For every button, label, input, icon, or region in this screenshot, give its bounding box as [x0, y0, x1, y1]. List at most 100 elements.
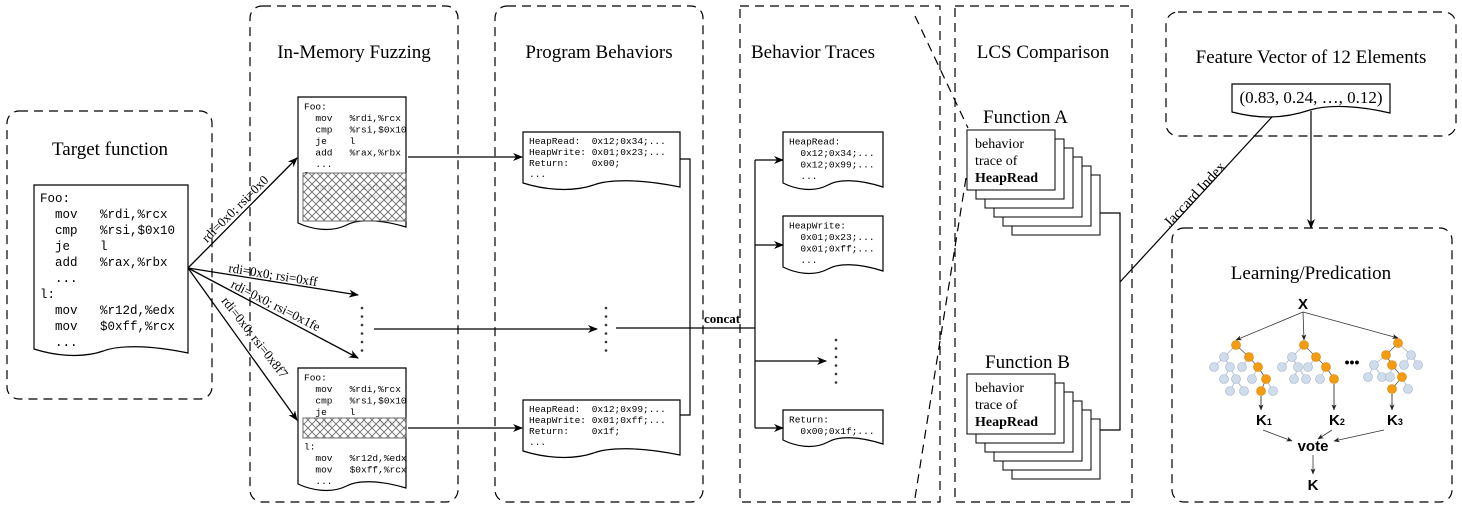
ellipsis-dot	[834, 347, 838, 350]
code-line: HeapRead: 0x12;0x34;...	[529, 136, 666, 147]
trace-return-doc: Return: 0x00;0x1f;...	[782, 409, 884, 448]
ellipsis-dot	[834, 355, 838, 359]
tree-node	[1231, 374, 1241, 384]
code-line: cmp %rsi,$0x10	[304, 396, 407, 407]
tree-node	[1239, 386, 1249, 396]
code-line: je l	[40, 240, 108, 254]
zoom-line-top	[914, 15, 969, 129]
code-line: HeapWrite:	[789, 221, 846, 232]
ellipsis-dot	[834, 364, 838, 367]
tree-node	[1293, 362, 1303, 372]
card-text: trace of	[975, 398, 1018, 413]
trace-heapread-doc: HeapRead: 0x12;0x34;... 0x12;0x99;... ..…	[782, 131, 884, 191]
code-line: ...	[40, 272, 78, 286]
tree-node	[1209, 362, 1219, 372]
code-line: add %rax,%rbx	[40, 256, 168, 270]
ellipsis-behaviors	[604, 306, 608, 352]
code-line: 0x00;0x1f;...	[789, 426, 875, 437]
forest-edge	[1302, 311, 1399, 339]
tree-node	[1237, 362, 1247, 372]
code-line: mov $0xff,%rcx	[40, 320, 175, 334]
forest-input-x: X	[1298, 296, 1308, 313]
title-traces: Behavior Traces	[751, 42, 875, 63]
tree-node	[1399, 360, 1409, 370]
tree-node	[1225, 362, 1235, 372]
tree-path-node	[1299, 340, 1309, 350]
code-line: mov %rdi,%rcx	[304, 113, 401, 124]
code-line: cmp %rsi,$0x10	[40, 224, 175, 238]
tree-node	[1277, 362, 1287, 372]
title-learning: Learning/Predication	[1231, 263, 1392, 284]
ellipsis-dot	[360, 332, 364, 335]
title-fuzzing: In-Memory Fuzzing	[277, 42, 431, 63]
tree-path-node	[1253, 362, 1263, 372]
tree-path-node	[1256, 386, 1266, 396]
vote-label: vote	[1298, 438, 1329, 455]
tree-path-node	[1311, 352, 1321, 362]
trace-heapwrite-doc: HeapWrite: 0x01;0x23;... 0x01;0xff;... .…	[782, 215, 884, 275]
ellipsis-dot	[834, 372, 838, 376]
tree-node	[1247, 374, 1257, 384]
tree-path-node	[1261, 374, 1271, 384]
function-b-stack: behavior trace of HeapRead	[966, 373, 1101, 480]
ellipsis-dot	[834, 338, 838, 342]
function-a-stack: behavior trace of HeapRead	[966, 129, 1101, 236]
behavior-bottom-doc: HeapRead: 0x12;0x99;...HeapWrite: 0x01;0…	[522, 399, 681, 459]
ellipsis-dot	[360, 349, 364, 352]
ellipsis-dot	[604, 315, 608, 318]
tree-node	[1369, 360, 1379, 370]
behavior-top-doc: HeapRead: 0x12;0x34;...HeapWrite: 0x01;0…	[522, 131, 681, 191]
tree-path-node	[1244, 352, 1254, 362]
hatch-unexecuted-top	[302, 172, 407, 222]
title-target: Target function	[52, 139, 168, 160]
concat-label: concat	[704, 311, 741, 326]
tree-path-node	[1387, 384, 1397, 394]
tree-node	[1301, 374, 1311, 384]
tree-output-k: K2	[1329, 412, 1345, 429]
forest-result-k: K	[1308, 477, 1319, 494]
ellipsis-traces	[834, 338, 838, 384]
code-line: je l	[304, 407, 356, 418]
tree-path-node	[1387, 360, 1397, 370]
code-line: ...	[789, 171, 818, 182]
tree-node	[1219, 352, 1229, 362]
tree-node	[1315, 374, 1325, 384]
code-line: HeapWrite: 0x01;0xff;...	[529, 415, 666, 426]
random-forest: X K1 K2 K3 ••• vote K	[1209, 296, 1423, 494]
code-line: Foo:	[40, 192, 70, 206]
code-line: ...	[304, 476, 333, 487]
tree-path-node	[1231, 340, 1241, 350]
code-line: l:	[40, 288, 55, 302]
card-text: HeapRead	[975, 415, 1038, 430]
code-line: je l	[304, 136, 356, 147]
vote-edge	[1262, 429, 1293, 442]
code-line: ...	[304, 159, 333, 170]
code-line: 0x12;0x34;...	[789, 148, 875, 159]
code-line: Foo:	[304, 373, 327, 384]
function-b-title: Function B	[985, 352, 1070, 373]
code-line: HeapRead: 0x12;0x99;...	[529, 404, 666, 415]
code-line: mov $0xff,%rcx	[304, 465, 407, 476]
ellipsis-dot	[360, 306, 364, 310]
tree-node	[1289, 374, 1299, 384]
code-line: ...	[529, 169, 546, 180]
code-line: 0x01;0xff;...	[789, 244, 875, 255]
code-line: mov %rdi,%rcx	[304, 384, 401, 395]
tree-node	[1225, 386, 1235, 396]
tree-output-k: K3	[1387, 412, 1403, 429]
title-behaviors: Program Behaviors	[525, 42, 672, 63]
code-line: 0x01;0x23;...	[789, 232, 875, 243]
ellipsis-dot	[604, 332, 608, 335]
tree-node	[1219, 374, 1229, 384]
ellipsis-dot	[604, 323, 608, 327]
tree-path-node	[1329, 374, 1339, 384]
tree-node	[1303, 362, 1313, 372]
card-text: trace of	[975, 154, 1018, 169]
tree-node	[1268, 386, 1278, 396]
ellipsis-dot	[360, 340, 364, 344]
target-code-doc: Foo: mov %rdi,%rcx cmp %rsi,$0x10 je l a…	[33, 184, 189, 357]
code-line: Foo:	[304, 102, 327, 113]
code-line: HeapRead:	[789, 137, 840, 148]
ellipsis-dot	[604, 306, 608, 310]
ellipsis-dot	[604, 340, 608, 344]
